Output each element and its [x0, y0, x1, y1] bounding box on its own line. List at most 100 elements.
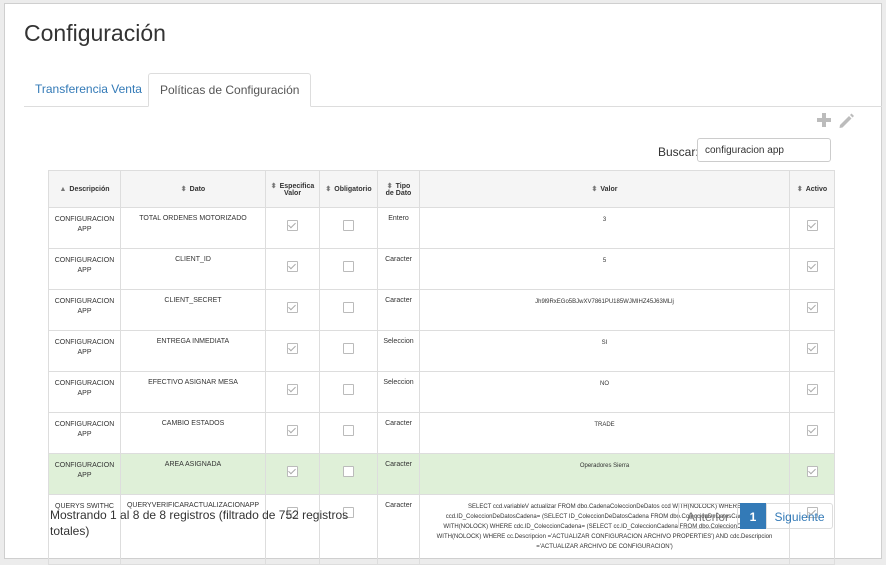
search-input[interactable] — [697, 138, 831, 162]
cell-tipo: Caracter — [377, 248, 420, 290]
checkbox-unchecked — [343, 466, 354, 477]
cell-activo — [789, 248, 835, 290]
header-obligatorio[interactable]: ⬍ Obligatorio — [319, 170, 378, 208]
header-label: de Dato — [385, 189, 412, 197]
cell-obligatorio — [319, 412, 378, 454]
checkbox-checked — [287, 261, 298, 272]
checkbox-checked — [806, 302, 818, 313]
descripcion-line: APP — [77, 431, 92, 438]
plus-icon[interactable] — [816, 112, 832, 128]
descripcion-line: APP — [77, 472, 92, 479]
checkbox-unchecked — [343, 384, 354, 395]
cell-dato: ENTREGA INMEDIATA — [120, 330, 266, 372]
table-row[interactable]: CONFIGURACION APP CLIENT_ID Caracter 5 — [48, 248, 835, 290]
checkbox-checked — [287, 466, 298, 477]
descripcion-line: CONFIGURACION — [54, 421, 115, 428]
cell-valor: 3 — [419, 207, 790, 249]
header-dato[interactable]: ⬍ Dato — [120, 170, 266, 208]
checkbox-unchecked — [343, 220, 354, 231]
cell-valor: NO — [419, 371, 790, 413]
checkbox-checked — [287, 302, 298, 313]
checkbox-checked — [287, 220, 298, 231]
tab-bar: Transferencia Venta Políticas de Configu… — [24, 73, 882, 107]
cell-especifica — [265, 289, 320, 331]
cell-valor: 5 — [419, 248, 790, 290]
sort-icon: ⬍ — [591, 186, 598, 193]
tab-politicas-configuracion[interactable]: Políticas de Configuración — [148, 73, 312, 107]
descripcion-line: CONFIGURACION — [54, 462, 115, 469]
cell-dato: CLIENT_SECRET — [120, 289, 266, 331]
cell-tipo: Caracter — [377, 289, 420, 331]
cell-activo — [789, 289, 835, 331]
header-label: Especifica — [279, 182, 315, 190]
search-label: Buscar: — [658, 145, 699, 159]
header-especifica-valor[interactable]: ⬍ Especifica Valor — [265, 170, 320, 208]
cell-dato: TOTAL ORDENES MOTORIZADO — [120, 207, 266, 249]
checkbox-checked — [806, 466, 818, 477]
pagination-page-1[interactable]: 1 — [740, 503, 766, 529]
cell-descripcion: CONFIGURACION APP — [48, 453, 121, 495]
table-row[interactable]: CONFIGURACION APP CAMBIO ESTADOS Caracter… — [48, 412, 835, 454]
cell-descripcion: CONFIGURACION APP — [48, 207, 121, 249]
cell-tipo: Caracter — [377, 453, 420, 495]
cell-valor: SI — [419, 330, 790, 372]
descripcion-line: CONFIGURACION — [54, 380, 115, 387]
table-row[interactable]: CONFIGURACION APP EFECTIVO ASIGNAR MESA S… — [48, 371, 835, 413]
table-row-highlighted[interactable]: CONFIGURACION APP AREA ASIGNADA Caracter … — [48, 453, 835, 495]
checkbox-unchecked — [343, 343, 354, 354]
table-row[interactable]: CONFIGURACION APP TOTAL ORDENES MOTORIZAD… — [48, 207, 835, 249]
descripcion-line: APP — [77, 308, 92, 315]
pencil-icon[interactable] — [837, 112, 854, 128]
sort-icon: ⬍ — [386, 182, 393, 190]
cell-tipo: Seleccion — [377, 330, 420, 372]
checkbox-checked — [806, 343, 818, 354]
cell-descripcion: CONFIGURACION APP — [48, 248, 121, 290]
cell-obligatorio — [319, 453, 378, 495]
descripcion-line: CONFIGURACION — [54, 339, 115, 346]
cell-valor: Operadores Sierra — [419, 453, 790, 495]
descripcion-line: APP — [77, 390, 92, 397]
sort-icon: ⬍ — [180, 186, 187, 193]
cell-activo — [789, 330, 835, 372]
cell-valor: Jh9l9RxEGo5BJwXV7861PU185WJMIHZ45J63MLlj — [419, 289, 790, 331]
pagination-next-button[interactable]: Siguiente — [766, 503, 833, 529]
cell-dato: CAMBIO ESTADOS — [120, 412, 266, 454]
pagination-previous-button[interactable]: Anterior — [678, 503, 738, 529]
header-valor[interactable]: ⬍ Valor — [419, 170, 790, 208]
descripcion-line: CONFIGURACION — [54, 257, 115, 264]
sort-asc-icon: ▲ — [59, 185, 67, 193]
table-row[interactable]: CONFIGURACION APP ENTREGA INMEDIATA Selec… — [48, 330, 835, 372]
header-descripcion[interactable]: ▲ Descripción — [48, 170, 121, 208]
page-title: Configuración — [24, 20, 166, 46]
sort-icon: ⬍ — [325, 186, 332, 193]
descripcion-line: APP — [77, 226, 92, 233]
checkbox-checked — [806, 384, 818, 395]
cell-obligatorio — [319, 289, 378, 331]
cell-especifica — [265, 412, 320, 454]
descripcion-line: APP — [77, 267, 92, 274]
checkbox-checked — [806, 425, 818, 436]
cell-especifica — [265, 330, 320, 372]
sort-icon: ⬍ — [270, 182, 277, 190]
checkbox-checked — [287, 384, 298, 395]
header-label: Valor — [283, 189, 302, 197]
header-label: Tipo — [395, 182, 411, 190]
cell-obligatorio — [319, 371, 378, 413]
cell-descripcion: CONFIGURACION APP — [48, 330, 121, 372]
cell-descripcion: CONFIGURACION APP — [48, 412, 121, 454]
tab-transferencia-venta[interactable]: Transferencia Venta — [24, 73, 153, 106]
cell-descripcion: CONFIGURACION APP — [48, 289, 121, 331]
descripcion-line: CONFIGURACION — [54, 298, 115, 305]
cell-tipo: Caracter — [377, 494, 420, 565]
cell-activo — [789, 207, 835, 249]
header-activo[interactable]: ⬍ Activo — [789, 170, 835, 208]
header-tipo-dato[interactable]: ⬍ Tipo de Dato — [377, 170, 420, 208]
checkbox-unchecked — [343, 261, 354, 272]
table-row[interactable]: CONFIGURACION APP CLIENT_SECRET Caracter … — [48, 289, 835, 331]
cell-tipo: Seleccion — [377, 371, 420, 413]
header-label: Activo — [805, 186, 828, 193]
checkbox-checked — [806, 261, 818, 272]
sort-icon: ⬍ — [796, 186, 803, 193]
table-header-row: ▲ Descripción ⬍ Dato ⬍ Especifica Valor ⬍ Obl… — [48, 170, 835, 208]
checkbox-unchecked — [343, 302, 354, 313]
